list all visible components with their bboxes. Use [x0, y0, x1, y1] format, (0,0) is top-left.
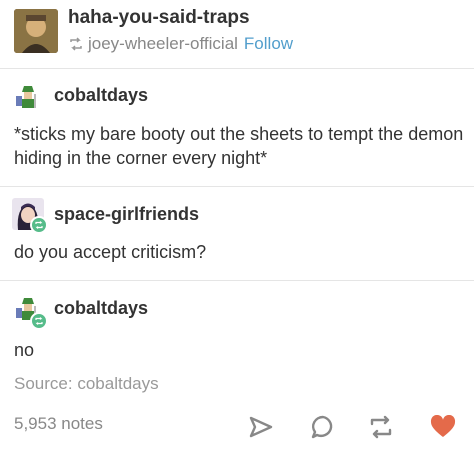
follow-button[interactable]: Follow	[244, 34, 293, 54]
divider	[0, 68, 474, 69]
reblog-badge-icon	[30, 216, 48, 234]
avatar[interactable]	[14, 9, 58, 53]
divider	[0, 186, 474, 187]
source-link[interactable]: cobaltdays	[77, 374, 158, 393]
post-username[interactable]: cobaltdays	[54, 85, 148, 106]
blog-username[interactable]: haha-you-said-traps	[68, 7, 250, 29]
reblog-badge-icon	[30, 312, 48, 330]
share-icon	[249, 416, 273, 438]
reblog-entry: cobaltdays *sticks my bare booty out the…	[0, 70, 474, 186]
like-button[interactable]	[426, 410, 460, 444]
notes-count[interactable]: 5,953 notes	[14, 414, 103, 434]
post-source: Source: cobaltdays	[14, 374, 159, 394]
post-footer: 5,953 notes	[0, 404, 474, 448]
divider	[0, 280, 474, 281]
reply-icon	[311, 415, 333, 439]
post-username[interactable]: space-girlfriends	[54, 204, 199, 225]
reblog-source-line: joey-wheeler-official Follow	[68, 34, 293, 54]
link-sprite-avatar	[12, 82, 44, 114]
source-label: Source:	[14, 374, 73, 393]
post-text: *sticks my bare booty out the sheets to …	[14, 124, 464, 168]
avatar[interactable]	[12, 82, 44, 114]
avatar-image	[14, 9, 58, 53]
post-text: no	[14, 340, 35, 360]
heart-icon	[430, 415, 456, 437]
post-text: do you accept criticism?	[14, 242, 207, 262]
reply-button[interactable]	[306, 410, 340, 444]
reblog-icon	[70, 37, 82, 51]
reblogged-from-username[interactable]: joey-wheeler-official	[88, 34, 238, 54]
reblog-icon	[370, 415, 392, 439]
tumblr-post: haha-you-said-traps joey-wheeler-officia…	[0, 0, 474, 459]
reblog-entry: space-girlfriends do you accept criticis…	[0, 188, 474, 280]
post-header: haha-you-said-traps joey-wheeler-officia…	[0, 0, 474, 68]
reblog-entry: cobaltdays no	[0, 282, 474, 368]
reblog-button[interactable]	[364, 410, 398, 444]
post-username[interactable]: cobaltdays	[54, 298, 148, 319]
share-button[interactable]	[244, 410, 278, 444]
